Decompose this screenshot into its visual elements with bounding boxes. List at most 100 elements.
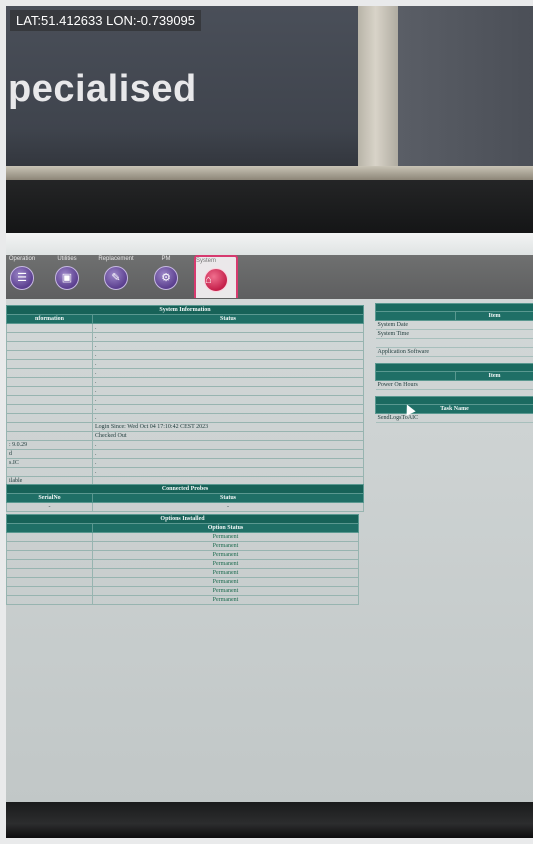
table-cell <box>6 559 93 569</box>
column-header: SerialNo <box>6 493 93 503</box>
table-row: Permanent <box>6 568 359 578</box>
banner-text: pecialised <box>8 68 197 110</box>
column-header: Item <box>455 311 533 321</box>
table-title <box>375 363 533 372</box>
option-status-cell: Permanent <box>92 541 359 551</box>
table-row: Power On Hours <box>375 380 533 390</box>
nav-item-replacement[interactable]: Replacement ✎ <box>92 255 140 299</box>
table-title: System Information <box>6 305 365 315</box>
nav-item-pm[interactable]: PM ⚙ <box>142 255 190 299</box>
table-row: Application Software <box>375 347 533 357</box>
nav-label: PM <box>161 256 171 262</box>
table-cell: . <box>91 368 365 378</box>
table-row: : 9.0.29. <box>6 440 365 450</box>
table-cell <box>6 550 93 560</box>
desk-edge <box>6 166 533 180</box>
table-row[interactable]: SendLogsToAIC <box>375 413 533 423</box>
table-row: . <box>6 413 365 423</box>
screen-top-strip <box>6 233 533 255</box>
column-header: nformation <box>6 314 93 324</box>
table-cell: . <box>91 332 365 342</box>
table-cell <box>6 413 93 423</box>
table-row: System Date <box>375 320 533 330</box>
table-row: . <box>6 386 365 396</box>
option-status-cell: Permanent <box>92 577 359 587</box>
monitor-bezel-bottom <box>6 802 533 838</box>
nav-label: Replacement <box>98 256 134 262</box>
task-table: Task Name SendLogsToAIC <box>375 396 533 423</box>
table-cell: s.IC <box>6 458 93 468</box>
photo: pecialised Operation ☰ Utilities ▣ Repla… <box>6 6 533 838</box>
option-status-cell: Permanent <box>92 532 359 542</box>
wall-panel-right <box>398 6 533 166</box>
content-area: System Information nformation Status ....… <box>6 299 533 805</box>
table-cell: . <box>91 359 365 369</box>
options-installed-table: Options Installed Option Status Permanen… <box>6 514 359 605</box>
table-row: Login Since: Wed Oct 04 17:10:42 CEST 20… <box>6 422 365 432</box>
table-cell <box>6 332 93 342</box>
table-cell <box>6 368 93 378</box>
column-header: Item <box>455 371 533 381</box>
monitor-screen: Operation ☰ Utilities ▣ Replacement ✎ PM… <box>6 233 533 805</box>
nav-label: Utilities <box>57 256 77 262</box>
table-cell: . <box>91 323 365 333</box>
table-cell: - <box>6 502 93 512</box>
nav-label: System <box>196 258 217 264</box>
connected-probes-table: Connected Probes SerialNo Status - - <box>6 484 365 512</box>
table-row: . <box>6 377 365 387</box>
table-cell <box>6 532 93 542</box>
table-row: Permanent <box>6 532 359 542</box>
option-status-cell: Permanent <box>92 550 359 560</box>
table-cell <box>6 323 93 333</box>
table-cell: - <box>91 502 365 512</box>
table-cell: d <box>6 449 93 459</box>
table-cell: Application Software <box>375 347 533 357</box>
column-header <box>375 311 456 321</box>
wrench-icon: ✎ <box>104 266 128 290</box>
table-row: Permanent <box>6 586 359 596</box>
table-cell <box>6 586 93 596</box>
table-cell: : 9.0.29 <box>6 440 93 450</box>
option-status-cell: Permanent <box>92 595 359 605</box>
table-row: Permanent <box>6 559 359 569</box>
table-row: Permanent <box>6 595 359 605</box>
table-cell <box>6 541 93 551</box>
power-table: Item Power On Hours <box>375 363 533 390</box>
table-cell <box>6 568 93 578</box>
table-row: . <box>6 404 365 414</box>
option-status-cell: Permanent <box>92 559 359 569</box>
table-cell: . <box>91 341 365 351</box>
option-status-cell: Permanent <box>92 568 359 578</box>
table-row: Permanent <box>6 550 359 560</box>
nav-item-utilities[interactable]: Utilities ▣ <box>43 255 91 299</box>
table-cell: Checked Out <box>91 431 365 441</box>
table-cell: . <box>91 395 365 405</box>
table-title <box>375 396 533 405</box>
nav-item-operation[interactable]: Operation ☰ <box>6 255 46 299</box>
table-row: Permanent <box>6 541 359 551</box>
table-cell <box>6 386 93 396</box>
column-header: Status <box>91 314 365 324</box>
table-cell: . <box>91 458 365 468</box>
list-icon: ☰ <box>10 266 34 290</box>
nav-item-system[interactable]: System ⌂ <box>194 255 238 298</box>
table-row: - - <box>6 502 365 512</box>
table-cell: . <box>91 413 365 423</box>
toolbox-icon: ▣ <box>55 266 79 290</box>
table-cell <box>6 395 93 405</box>
table-cell <box>375 338 533 348</box>
column-header <box>375 371 456 381</box>
table-row: Permanent <box>6 577 359 587</box>
table-cell <box>6 377 93 387</box>
table-cell <box>6 577 93 587</box>
system-information-table: System Information nformation Status ....… <box>6 305 365 486</box>
table-row: d. <box>6 449 365 459</box>
table-cell: . <box>91 350 365 360</box>
table-cell <box>6 467 93 477</box>
maintenance-icon: ⚙ <box>154 266 178 290</box>
table-row <box>375 338 533 348</box>
table-title: Options Installed <box>6 514 359 524</box>
table-row: . <box>6 467 365 477</box>
table-cell <box>6 422 93 432</box>
table-row: . <box>6 323 365 333</box>
